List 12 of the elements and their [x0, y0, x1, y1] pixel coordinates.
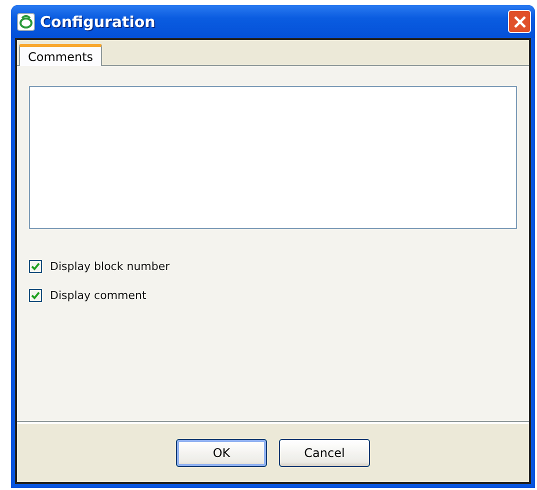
checkbox[interactable] — [29, 289, 42, 302]
checkbox-label[interactable]: Display block number — [50, 260, 170, 273]
checkbox-label[interactable]: Display comment — [50, 289, 146, 302]
close-button[interactable] — [508, 10, 531, 33]
checkbox[interactable] — [29, 260, 42, 273]
dialog-button[interactable]: OK — [176, 439, 267, 467]
window-title: Configuration — [40, 12, 156, 30]
comment-field[interactable] — [29, 86, 517, 229]
app-icon — [17, 12, 35, 30]
dialog-button[interactable]: Cancel — [279, 439, 370, 467]
tab[interactable]: Comments — [19, 44, 102, 67]
close-icon — [514, 16, 526, 28]
